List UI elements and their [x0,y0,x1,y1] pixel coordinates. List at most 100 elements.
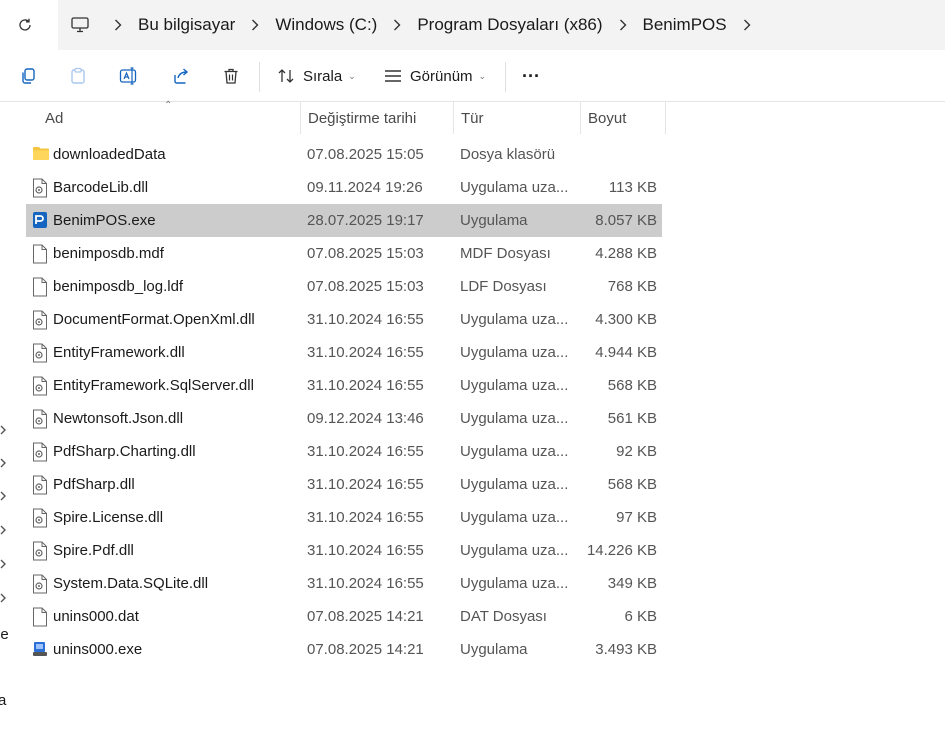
chevron-right-icon[interactable] [244,14,266,36]
dll-file-icon [32,508,50,528]
file-name: Spire.License.dll [53,509,164,526]
file-row[interactable]: unins000.dat 07.08.2025 14:21 DAT Dosyası 6… [26,600,666,633]
expand-arrow-icon[interactable] [0,525,8,535]
chevron-right-icon[interactable] [386,14,408,36]
file-row[interactable]: benimposdb.mdf 07.08.2025 15:03 MDF Dosyas… [26,237,666,270]
file-row[interactable]: PdfSharp.dll 31.10.2024 16:55 Uygulama uza… [26,468,666,501]
file-row[interactable]: DocumentFormat.OpenXml.dll 31.10.2024 16:… [26,303,666,336]
more-icon: ··· [522,65,540,86]
file-type: Uygulama [460,212,528,229]
computer-icon[interactable] [70,15,90,35]
chevron-right-icon[interactable] [736,14,758,36]
file-name: unins000.exe [53,641,143,658]
expand-arrow-icon[interactable] [0,593,8,603]
file-icon [32,277,50,297]
file-row[interactable]: EntityFramework.dll 31.10.2024 16:55 Uygul… [26,336,666,369]
file-type: MDF Dosyası [460,245,551,262]
file-name: PdfSharp.Charting.dll [53,443,196,460]
file-date: 31.10.2024 16:55 [307,311,424,328]
view-label: Görünüm [410,67,473,85]
file-name: Newtonsoft.Json.dll [53,410,184,427]
sort-label: Sırala [303,67,343,85]
share-icon[interactable] [170,65,192,87]
file-type: Uygulama uza... [460,476,569,493]
breadcrumb-item-benimpos[interactable]: BenimPOS [643,15,727,35]
file-row[interactable]: PdfSharp.Charting.dll 31.10.2024 16:55 Uyg… [26,435,666,468]
file-type: Uygulama uza... [460,179,569,196]
file-type: Uygulama uza... [460,542,569,559]
file-icon [32,244,50,264]
file-row[interactable]: unins000.exe 07.08.2025 14:21 Uygulama 3.49… [26,633,666,666]
file-name: benimposdb_log.ldf [53,278,184,295]
file-row[interactable]: Spire.License.dll 31.10.2024 16:55 Uygulam… [26,501,666,534]
file-size: 113 KB [608,179,657,196]
expand-arrow-icon[interactable] [0,425,8,435]
file-row[interactable]: Spire.Pdf.dll 31.10.2024 16:55 Uygulama uz… [26,534,666,567]
nav-item-partial-label[interactable]: a [0,692,6,709]
dll-file-icon [32,475,50,495]
file-name: BarcodeLib.dll [53,179,149,196]
sort-button[interactable]: Sırala ⌄ [277,64,356,88]
expand-arrow-icon[interactable] [0,559,8,569]
file-size: 92 KB [616,443,657,460]
dll-file-icon [32,310,50,330]
column-header-size[interactable]: Boyut [581,102,666,134]
file-row[interactable]: benimposdb_log.ldf 07.08.2025 15:03 LDF Do… [26,270,666,303]
column-headers: ⌃ Ad Değiştirme tarihi Tür Boyut [26,100,666,134]
file-row[interactable]: downloadedData 07.08.2025 15:05 Dosya klas… [26,138,666,171]
file-date: 09.12.2024 13:46 [307,410,424,427]
file-date: 31.10.2024 16:55 [307,377,424,394]
folder-icon [32,145,50,165]
file-type: Uygulama uza... [460,443,569,460]
file-icon [32,607,50,627]
file-name: EntityFramework.dll [53,344,185,361]
file-row[interactable]: BenimPOS.exe 28.07.2025 19:17 Uygulama 8.05… [26,204,662,237]
file-size: 349 KB [607,575,657,592]
file-row[interactable]: Newtonsoft.Json.dll 09.12.2024 13:46 Uygul… [26,402,666,435]
column-header-type[interactable]: Tür [454,102,581,134]
more-options-button[interactable]: ··· [522,64,540,88]
file-name: Spire.Pdf.dll [53,542,134,559]
file-row[interactable]: EntityFramework.SqlServer.dll 31.10.2024 … [26,369,666,402]
file-type: Uygulama uza... [460,311,569,328]
chevron-right-icon[interactable] [107,14,129,36]
file-type: Uygulama uza... [460,344,569,361]
column-header-date[interactable]: Değiştirme tarihi [301,102,454,134]
breadcrumb-item-drive-c[interactable]: Windows (C:) [275,15,377,35]
file-size: 4.300 KB [595,311,657,328]
refresh-icon[interactable] [14,14,36,36]
file-date: 31.10.2024 16:55 [307,443,424,460]
file-date: 31.10.2024 16:55 [307,476,424,493]
nav-item-partial-label[interactable]: le [0,626,9,643]
paste-icon[interactable] [67,65,89,87]
breadcrumb-item-this-pc[interactable]: Bu bilgisayar [138,15,235,35]
copy-icon[interactable] [17,65,39,87]
file-type: Uygulama uza... [460,509,569,526]
file-type: DAT Dosyası [460,608,547,625]
breadcrumb-item-program-files[interactable]: Program Dosyaları (x86) [417,15,602,35]
expand-arrow-icon[interactable] [0,491,8,501]
dll-file-icon [32,343,50,363]
file-row[interactable]: System.Data.SQLite.dll 31.10.2024 16:55 Uy… [26,567,666,600]
dll-file-icon [32,178,50,198]
file-date: 07.08.2025 14:21 [307,641,424,658]
file-date: 31.10.2024 16:55 [307,344,424,361]
expand-arrow-icon[interactable] [0,458,8,468]
file-date: 09.11.2024 19:26 [307,179,423,196]
file-row[interactable]: BarcodeLib.dll 09.11.2024 19:26 Uygulama u… [26,171,666,204]
delete-icon[interactable] [220,65,242,87]
view-button[interactable]: Görünüm ⌄ [384,64,486,88]
address-bar: Bu bilgisayar Windows (C:) Program Dosya… [0,0,945,50]
file-date: 07.08.2025 15:03 [307,245,424,262]
column-header-name[interactable]: Ad [26,102,301,134]
file-name: downloadedData [53,146,166,163]
file-size: 8.057 KB [595,212,657,229]
file-name: System.Data.SQLite.dll [53,575,209,592]
dll-file-icon [32,442,50,462]
breadcrumb[interactable]: Bu bilgisayar Windows (C:) Program Dosya… [58,0,945,50]
file-date: 31.10.2024 16:55 [307,542,424,559]
rename-icon[interactable] [118,65,140,87]
chevron-right-icon[interactable] [612,14,634,36]
file-type: LDF Dosyası [460,278,547,295]
file-date: 07.08.2025 14:21 [307,608,424,625]
